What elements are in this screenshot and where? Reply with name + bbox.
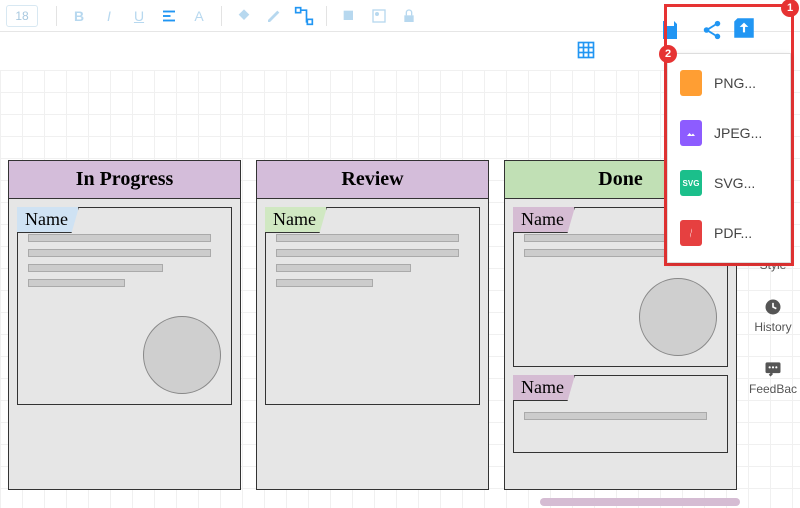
text-placeholder <box>276 264 411 272</box>
avatar-placeholder <box>639 278 717 356</box>
text-placeholder <box>276 249 459 257</box>
board-review[interactable]: Review Name <box>256 160 489 490</box>
align-button[interactable] <box>157 4 181 28</box>
text-placeholder <box>28 264 163 272</box>
board-in-progress[interactable]: In Progress Name <box>8 160 241 490</box>
export-callout: 1 2 PNG... JPEG... SVG SVG... PDF... <box>664 4 794 266</box>
toolbar-divider <box>56 6 57 26</box>
sidebar-item-feedback[interactable]: FeedBac <box>749 358 797 396</box>
svg-file-icon: SVG <box>680 170 702 196</box>
text-placeholder <box>276 234 459 242</box>
export-item-svg[interactable]: SVG SVG... <box>668 158 790 208</box>
right-sidebar: Style History FeedBac <box>746 258 800 396</box>
horizontal-scrollbar-thumb[interactable] <box>540 498 740 506</box>
export-icon <box>729 15 759 41</box>
underline-button[interactable]: U <box>127 4 151 28</box>
table-toolbar <box>576 40 600 64</box>
png-file-icon <box>680 70 702 96</box>
export-item-label: JPEG... <box>714 125 762 141</box>
export-item-label: PDF... <box>714 225 752 241</box>
board-header[interactable]: In Progress <box>9 161 240 199</box>
fill-icon <box>236 8 252 24</box>
jpeg-file-icon <box>680 120 702 146</box>
lock-button[interactable] <box>397 4 421 28</box>
text-placeholder <box>28 279 125 287</box>
image-icon <box>371 8 387 24</box>
feedback-icon <box>762 358 784 380</box>
sidebar-item-label: History <box>754 320 791 334</box>
avatar-placeholder <box>143 316 221 394</box>
toolbar-divider <box>326 6 327 26</box>
export-item-jpeg[interactable]: JPEG... <box>668 108 790 158</box>
bold-button[interactable]: B <box>67 4 91 28</box>
pencil-icon <box>266 8 282 24</box>
toolbar-divider <box>221 6 222 26</box>
pencil-button[interactable] <box>262 4 286 28</box>
export-item-png[interactable]: PNG... <box>668 58 790 108</box>
font-size-input[interactable]: 18 <box>6 5 38 27</box>
annotation-badge-2: 2 <box>659 45 677 63</box>
connector-button[interactable] <box>292 4 316 28</box>
card-tab[interactable]: Name <box>17 207 79 233</box>
text-placeholder <box>28 249 211 257</box>
pdf-file-icon <box>680 220 702 246</box>
sidebar-item-history[interactable]: History <box>754 296 791 334</box>
table-button[interactable] <box>576 40 600 64</box>
card-tab[interactable]: Name <box>513 375 575 401</box>
export-menu: 2 PNG... JPEG... SVG SVG... PDF... <box>667 53 791 263</box>
card[interactable]: Name <box>513 375 728 453</box>
card[interactable]: Name <box>17 207 232 405</box>
card[interactable]: Name <box>265 207 480 405</box>
align-icon <box>160 7 178 25</box>
grid-icon <box>576 40 596 60</box>
shadow-icon <box>341 8 357 24</box>
export-item-label: PNG... <box>714 75 756 91</box>
export-header <box>667 7 791 53</box>
image-button[interactable] <box>367 4 391 28</box>
font-color-button[interactable]: A <box>187 4 211 28</box>
text-placeholder <box>276 279 373 287</box>
board-header[interactable]: Review <box>257 161 488 199</box>
text-placeholder <box>28 234 211 242</box>
export-item-pdf[interactable]: PDF... <box>668 208 790 258</box>
text-placeholder <box>524 412 707 420</box>
card-tab[interactable]: Name <box>513 207 575 233</box>
connector-icon <box>294 6 314 26</box>
fill-button[interactable] <box>232 4 256 28</box>
italic-button[interactable]: I <box>97 4 121 28</box>
lock-icon <box>401 8 417 24</box>
export-button[interactable] <box>729 15 759 46</box>
sidebar-item-label: FeedBac <box>749 382 797 396</box>
history-icon <box>762 296 784 318</box>
card-tab[interactable]: Name <box>265 207 327 233</box>
shadow-button[interactable] <box>337 4 361 28</box>
export-item-label: SVG... <box>714 175 755 191</box>
